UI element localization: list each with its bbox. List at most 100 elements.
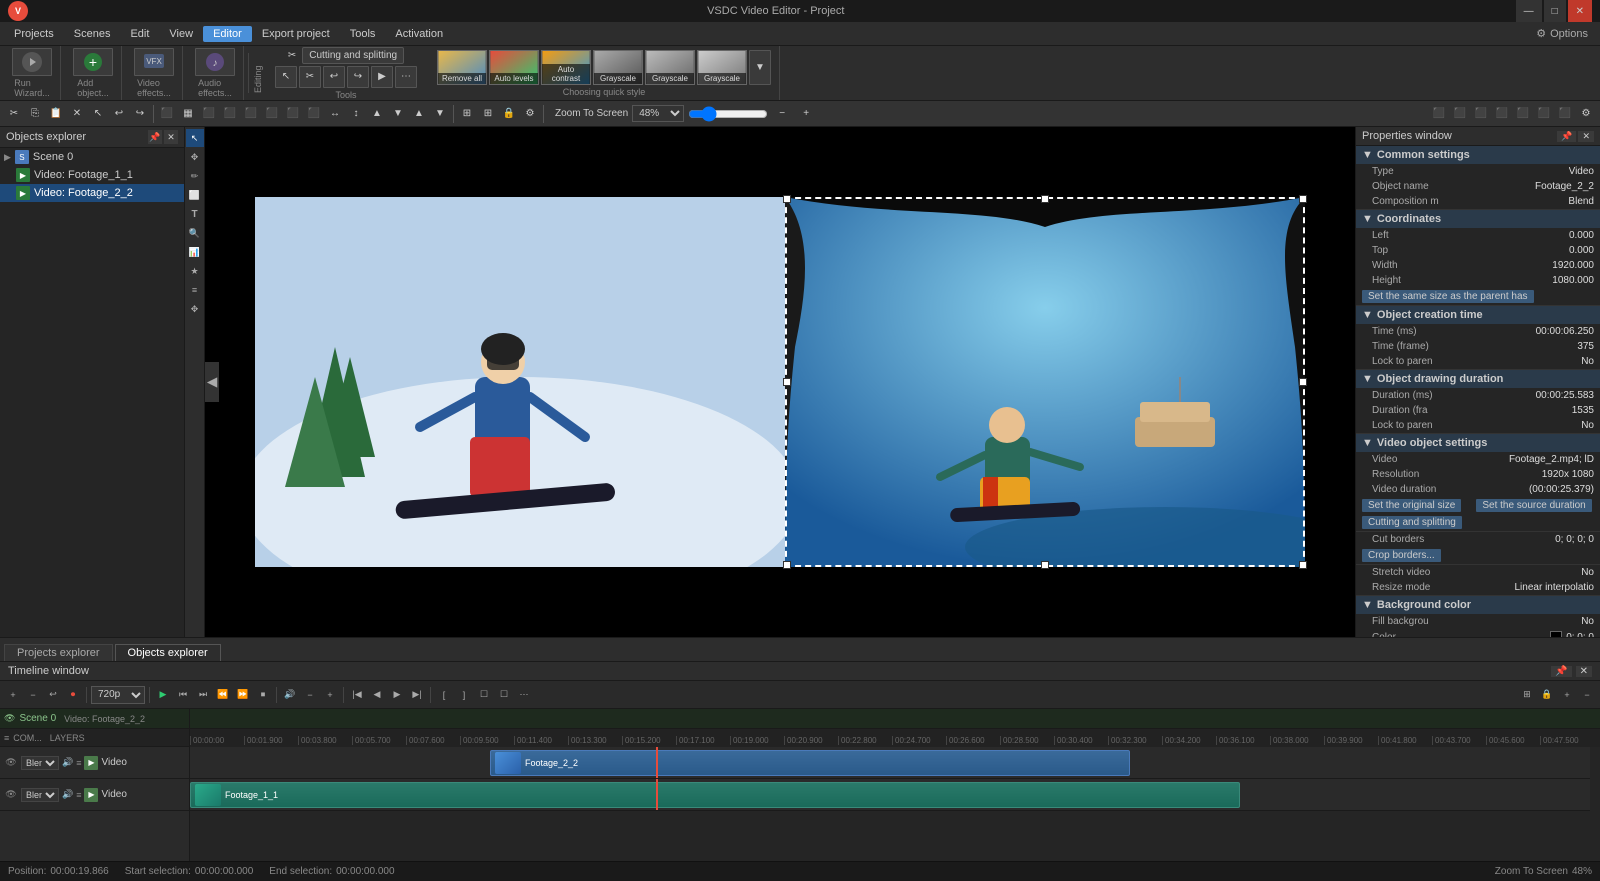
track1-vis-btn[interactable]: 👁 (4, 756, 18, 770)
display-mode7-btn[interactable]: ⬛ (1555, 104, 1575, 124)
prop-dur-ms-value[interactable]: 00:00:25.583 (1536, 390, 1594, 401)
t2-lock-btn[interactable]: 🔒 (499, 104, 519, 124)
prop-lock-paren2-value[interactable]: No (1581, 420, 1594, 431)
t2-align-left-btn[interactable]: ⬛ (199, 104, 219, 124)
tc-snap-btn[interactable]: ⊞ (1518, 686, 1536, 704)
prop-width-value[interactable]: 1920.000 (1552, 260, 1594, 271)
tc-record-btn[interactable]: ⏺ (64, 686, 82, 704)
timeline-close-btn[interactable]: ✕ (1576, 666, 1592, 677)
menu-edit[interactable]: Edit (120, 26, 159, 42)
zoom-in-btn[interactable]: + (796, 104, 816, 124)
display-mode3-btn[interactable]: ⬛ (1471, 104, 1491, 124)
menu-editor[interactable]: Editor (203, 26, 252, 42)
win-restore-btn[interactable]: □ (1544, 0, 1566, 22)
prop-top-value[interactable]: 0.000 (1569, 245, 1594, 256)
quick-style-grayscale-3[interactable]: Grayscale (697, 50, 747, 85)
tc-select-btn[interactable]: ☐ (475, 686, 493, 704)
color-swatch[interactable] (1550, 631, 1562, 637)
objects-explorer-pin-btn[interactable]: 📌 (148, 130, 162, 144)
video-effects-btn[interactable]: VFX (134, 48, 174, 76)
t2-settings-btn[interactable]: ⚙ (520, 104, 540, 124)
prop-left-value[interactable]: 0.000 (1569, 230, 1594, 241)
menu-scenes[interactable]: Scenes (64, 26, 121, 42)
display-mode4-btn[interactable]: ⬛ (1492, 104, 1512, 124)
display-mode-btn[interactable]: ⬛ (1429, 104, 1449, 124)
win-minimize-btn[interactable]: — (1516, 0, 1542, 22)
t2-snap-btn[interactable]: ⊞ (457, 104, 477, 124)
tree-item-footage11[interactable]: ▶ Video: Footage_1_1 (0, 166, 184, 184)
prop-resize-value[interactable]: Linear interpolatio (1515, 582, 1595, 593)
t2-align-vcenter-btn[interactable]: ⬛ (283, 104, 303, 124)
tc-deselect-btn[interactable]: ☐ (495, 686, 513, 704)
tool-cut-btn[interactable]: ✂ (299, 66, 321, 88)
tc-lock-btn[interactable]: 🔒 (1538, 686, 1556, 704)
tc-remove-btn[interactable]: − (24, 686, 42, 704)
add-object-btn[interactable]: + (73, 48, 113, 76)
prop-section-duration-header[interactable]: ▼ Object drawing duration (1356, 370, 1600, 388)
display-mode2-btn[interactable]: ⬛ (1450, 104, 1470, 124)
tool-select-btn[interactable]: ↖ (275, 66, 297, 88)
track2-blend-select[interactable]: Blend (21, 788, 59, 802)
tree-item-scene0[interactable]: ▶ S Scene 0 (0, 148, 184, 166)
objects-explorer-close-btn[interactable]: ✕ (164, 130, 178, 144)
prop-section-common-header[interactable]: ▼ Common settings (1356, 146, 1600, 164)
menu-activation[interactable]: Activation (385, 26, 453, 42)
tool-redo-btn[interactable]: ↪ (347, 66, 369, 88)
t2-cut-btn[interactable]: ✂ (4, 104, 24, 124)
t2-select-all-btn[interactable]: ⬛ (157, 104, 177, 124)
track2-vis-btn[interactable]: 👁 (4, 788, 18, 802)
tc-mark-out-btn[interactable]: ] (455, 686, 473, 704)
t2-grid-btn[interactable]: ⊞ (478, 104, 498, 124)
tc-add-btn[interactable]: + (4, 686, 22, 704)
prop-lock-paren1-value[interactable]: No (1581, 356, 1594, 367)
t2-front-btn[interactable]: ▲ (409, 104, 429, 124)
lt-timeline-tool[interactable]: ≡ (186, 281, 204, 299)
t2-copy-btn[interactable]: ⎘ (25, 104, 45, 124)
tc-mark-in-btn[interactable]: [ (435, 686, 453, 704)
prop-crop-borders-btn[interactable]: Crop borders... (1362, 549, 1441, 562)
prop-height-value[interactable]: 1080.000 (1552, 275, 1594, 286)
cutting-splitting-btn[interactable]: Cutting and splitting (302, 47, 404, 64)
tc-undo-btn[interactable]: ↩ (44, 686, 62, 704)
lt-shape-tool[interactable]: ⬜ (186, 186, 204, 204)
t2-align-bottom-btn[interactable]: ⬛ (304, 104, 324, 124)
t2-align-center-btn[interactable]: ⬛ (220, 104, 240, 124)
menu-export[interactable]: Export project (252, 26, 340, 42)
prop-section-video-settings-header[interactable]: ▼ Video object settings (1356, 434, 1600, 452)
prop-section-creation-time-header[interactable]: ▼ Object creation time (1356, 306, 1600, 324)
quick-style-grayscale-1[interactable]: Grayscale (593, 50, 643, 85)
menu-projects[interactable]: Projects (4, 26, 64, 42)
prop-same-size-btn[interactable]: Set the same size as the parent has (1362, 290, 1534, 303)
tc-more-btn[interactable]: ⋯ (515, 686, 533, 704)
prop-section-bg-color-header[interactable]: ▼ Background color (1356, 596, 1600, 614)
audio-effects-btn[interactable]: ♪ (195, 48, 235, 76)
tc-skip-end-btn[interactable]: ▶| (408, 686, 426, 704)
zoom-slider[interactable] (688, 106, 768, 122)
tree-item-footage22[interactable]: ▶ Video: Footage_2_2 (0, 184, 184, 202)
t2-group-btn[interactable]: ▦ (178, 104, 198, 124)
prop-source-duration-btn[interactable]: Set the source duration (1476, 499, 1591, 512)
t2-align-top-btn[interactable]: ⬛ (262, 104, 282, 124)
tc-prev-frame-btn[interactable]: ⏮ (174, 686, 192, 704)
lt-select-tool[interactable]: ↖ (186, 129, 204, 147)
prop-dur-fra-value[interactable]: 1535 (1572, 405, 1594, 416)
btab-objects-explorer[interactable]: Objects explorer (115, 644, 221, 661)
quick-style-auto-contrast[interactable]: Auto contrast (541, 50, 591, 85)
tc-play-btn[interactable]: ▶ (154, 686, 172, 704)
track-clip-footage22[interactable]: Footage_2_2 (490, 750, 1130, 776)
tc-ffwd-btn[interactable]: ⏩ (234, 686, 252, 704)
display-mode5-btn[interactable]: ⬛ (1513, 104, 1533, 124)
properties-close-btn[interactable]: ✕ (1578, 131, 1594, 142)
tc-zoom-out-btn[interactable]: − (1578, 686, 1596, 704)
menu-view[interactable]: View (159, 26, 203, 42)
zoom-out-btn[interactable]: − (772, 104, 792, 124)
tc-vol-btn[interactable]: 🔊 (281, 686, 299, 704)
lt-effects-tool[interactable]: ★ (186, 262, 204, 280)
timeline-pin-btn[interactable]: 📌 (1551, 666, 1571, 677)
prop-time-frame-value[interactable]: 375 (1577, 341, 1594, 352)
quick-style-more-btn[interactable]: ▼ (749, 50, 771, 85)
btab-projects-explorer[interactable]: Projects explorer (4, 644, 113, 661)
zoom-select[interactable]: 48%25%50%100% (632, 105, 684, 122)
lt-chart-tool[interactable]: 📊 (186, 243, 204, 261)
lt-draw-tool[interactable]: ✏ (186, 167, 204, 185)
